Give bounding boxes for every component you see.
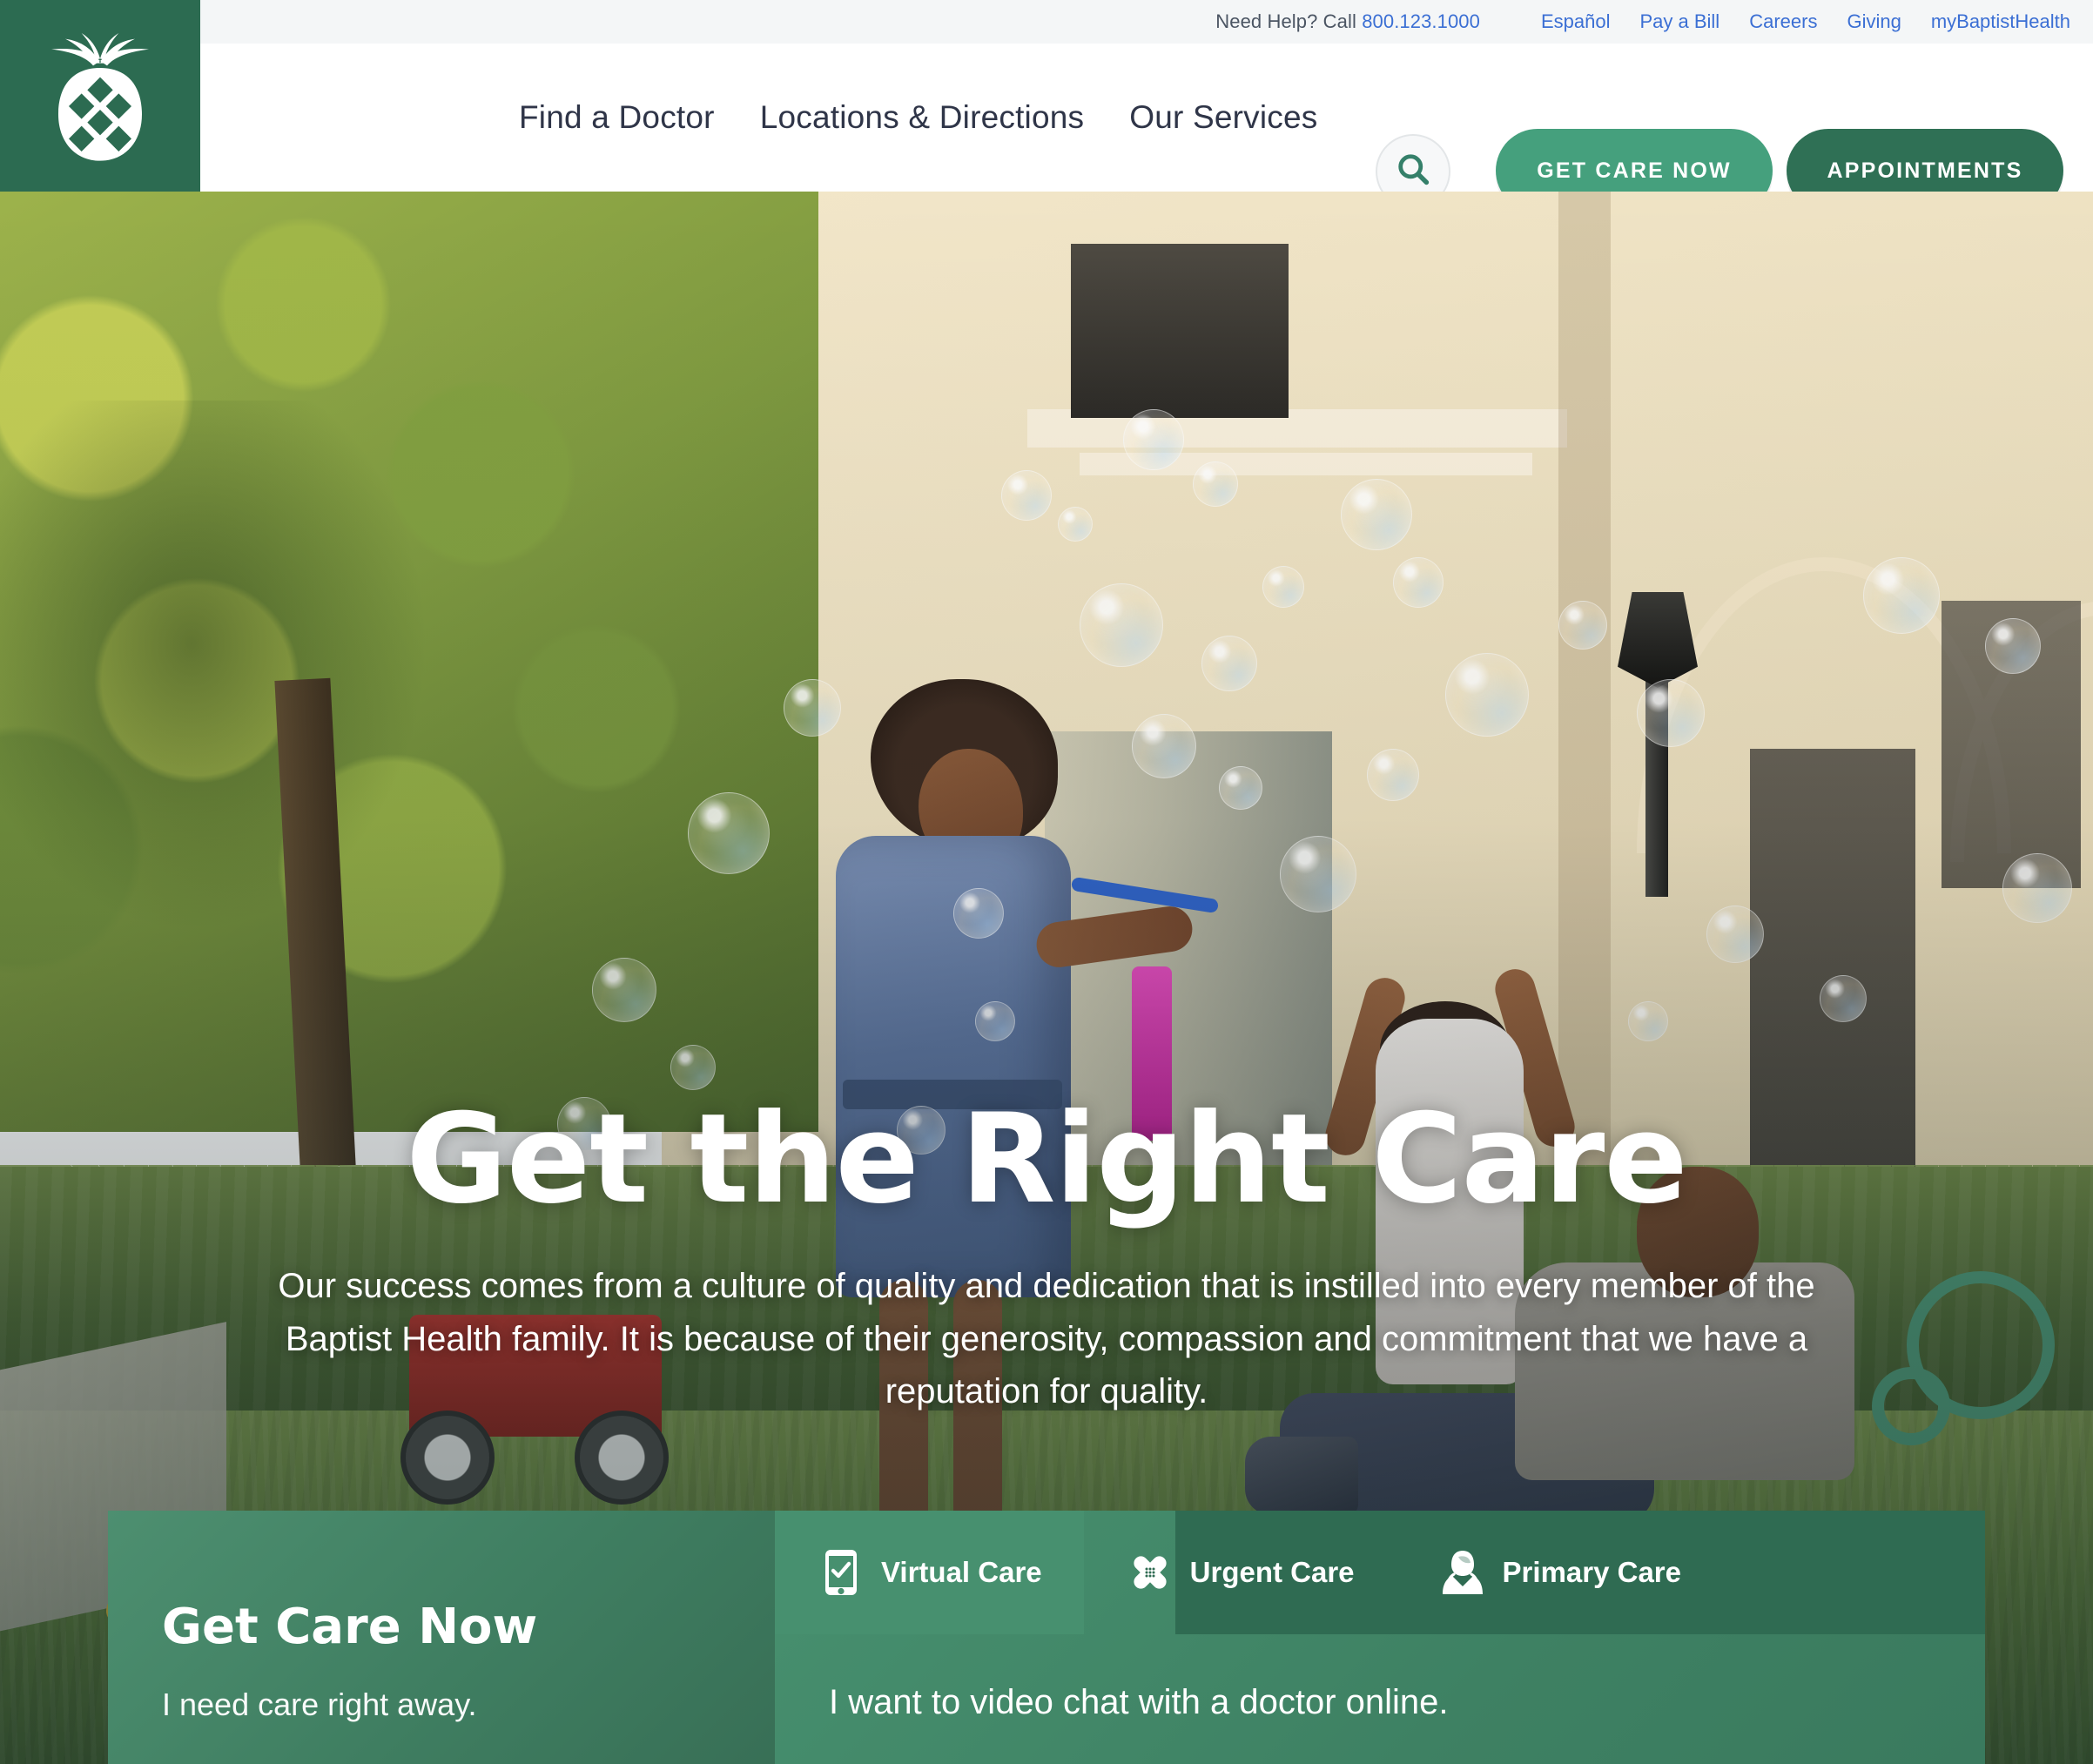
nav-item-our-services[interactable]: Our Services xyxy=(1129,99,1317,136)
nav-item-find-a-doctor[interactable]: Find a Doctor xyxy=(519,99,715,136)
site-header: Find a Doctor Locations & Directions Our… xyxy=(0,0,2093,212)
primary-navigation: Find a Doctor Locations & Directions Our… xyxy=(519,44,1317,192)
get-care-now-intro: Get Care Now I need care right away. xyxy=(108,1511,775,1764)
hero-subtitle: Our success comes from a culture of qual… xyxy=(278,1266,1815,1411)
get-care-now-heading: Get Care Now xyxy=(162,1599,538,1655)
help-phone-number[interactable]: 800.123.1000 xyxy=(1362,10,1480,32)
doctor-stethoscope-icon xyxy=(1438,1548,1487,1597)
get-care-now-subheading: I need care right away. xyxy=(162,1687,477,1722)
need-help-label: Need Help? Call xyxy=(1215,10,1356,32)
utility-link-pay-a-bill[interactable]: Pay a Bill xyxy=(1639,10,1719,33)
need-help-text: Need Help? Call 800.123.1000 xyxy=(1215,10,1480,33)
care-tab-strip: Virtual Care Urgent Care Primary Care xyxy=(775,1511,1985,1634)
utility-link-mybaptisthealth[interactable]: myBaptistHealth xyxy=(1931,10,2070,33)
hero-title: Get the Right Care xyxy=(406,1087,1687,1231)
get-care-now-panel: Get Care Now I need care right away. Vir… xyxy=(108,1511,1985,1764)
utility-link-careers[interactable]: Careers xyxy=(1749,10,1817,33)
tab-urgent-care-label: Urgent Care xyxy=(1189,1556,1355,1588)
hero-copy: Get the Right Care Our success comes fro… xyxy=(0,1087,2093,1418)
utility-link-giving[interactable]: Giving xyxy=(1847,10,1901,33)
utility-bar: Need Help? Call 800.123.1000 Español Pay… xyxy=(0,0,2093,44)
tab-virtual-care-label: Virtual Care xyxy=(881,1556,1042,1588)
active-tab-description: I want to video chat with a doctor onlin… xyxy=(829,1683,1449,1721)
nav-item-locations-directions[interactable]: Locations & Directions xyxy=(760,99,1085,136)
tab-urgent-care[interactable]: Urgent Care xyxy=(1084,1511,1396,1634)
pineapple-logo-icon xyxy=(39,26,161,165)
care-tabs-region: Virtual Care Urgent Care Primary Care I … xyxy=(775,1511,1985,1764)
crossed-bandages-icon xyxy=(1126,1548,1174,1597)
logo-home-link[interactable] xyxy=(0,0,200,192)
tab-primary-care-label: Primary Care xyxy=(1502,1556,1682,1588)
search-icon xyxy=(1394,151,1432,193)
tab-virtual-care[interactable]: Virtual Care xyxy=(775,1511,1084,1634)
utility-link-espanol[interactable]: Español xyxy=(1541,10,1611,33)
mobile-phone-check-icon xyxy=(817,1548,865,1597)
tab-primary-care[interactable]: Primary Care xyxy=(1396,1511,1723,1634)
